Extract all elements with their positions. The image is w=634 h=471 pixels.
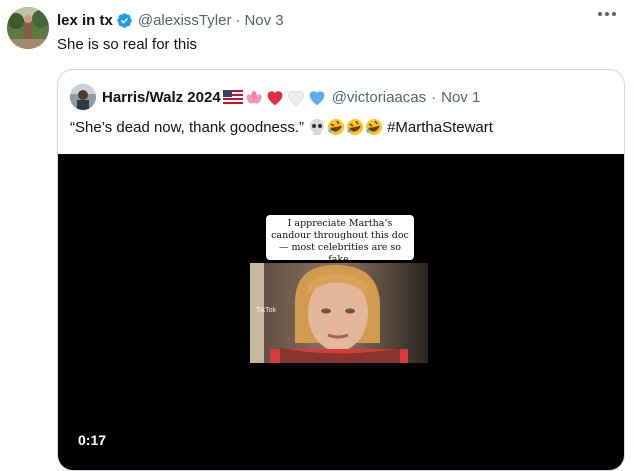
quote-date[interactable]: Nov 1 — [441, 89, 480, 106]
quote-text-line: “She’s dead now, thank goodness.” #Marth… — [70, 118, 493, 136]
tweet-date[interactable]: Nov 3 — [244, 12, 283, 29]
video-timestamp: 0:17 — [78, 432, 107, 448]
white-heart-icon — [287, 90, 304, 106]
quote-author-handle[interactable]: @victoriaacas — [332, 89, 426, 106]
video-caption: I appreciate Martha’s candour throughout… — [266, 215, 414, 265]
hashtag-link[interactable]: #MarthaStewart — [387, 119, 493, 136]
quote-separator-dot: · — [431, 88, 437, 106]
video-thumbnail: TikTok — [250, 263, 428, 363]
lotus-icon — [246, 91, 262, 104]
quote-emojis — [308, 118, 383, 136]
quoted-tweet[interactable]: Harris/Walz 2024 @victoriaacas · Nov 1 “… — [57, 69, 625, 471]
quote-author-avatar[interactable] — [70, 84, 96, 110]
rofl-icon — [366, 119, 383, 135]
author-handle[interactable]: @alexissTyler — [138, 12, 232, 29]
rofl-icon — [347, 119, 364, 135]
quote-text: “She’s dead now, thank goodness.” — [70, 118, 305, 136]
quote-author-name[interactable]: Harris/Walz 2024 — [102, 89, 221, 106]
author-name[interactable]: lex in tx — [57, 12, 113, 29]
red-heart-icon — [267, 91, 283, 106]
tweet-text: She is so real for this — [57, 36, 198, 53]
separator-dot: · — [235, 11, 241, 29]
quote-header: Harris/Walz 2024 @victoriaacas · Nov 1 — [70, 84, 480, 110]
verified-badge-icon — [116, 12, 133, 29]
us-flag-icon — [222, 90, 243, 104]
skull-icon — [310, 119, 325, 135]
more-options-icon[interactable] — [598, 12, 616, 16]
tweet-header: lex in tx @alexissTyler · Nov 3 — [57, 10, 284, 30]
tiktok-watermark: TikTok — [256, 307, 276, 314]
author-avatar[interactable] — [7, 7, 49, 49]
video-player[interactable]: I appreciate Martha’s candour throughout… — [58, 154, 624, 470]
rofl-icon — [328, 119, 345, 135]
author-emojis — [222, 88, 327, 106]
blue-heart-icon — [309, 91, 325, 106]
